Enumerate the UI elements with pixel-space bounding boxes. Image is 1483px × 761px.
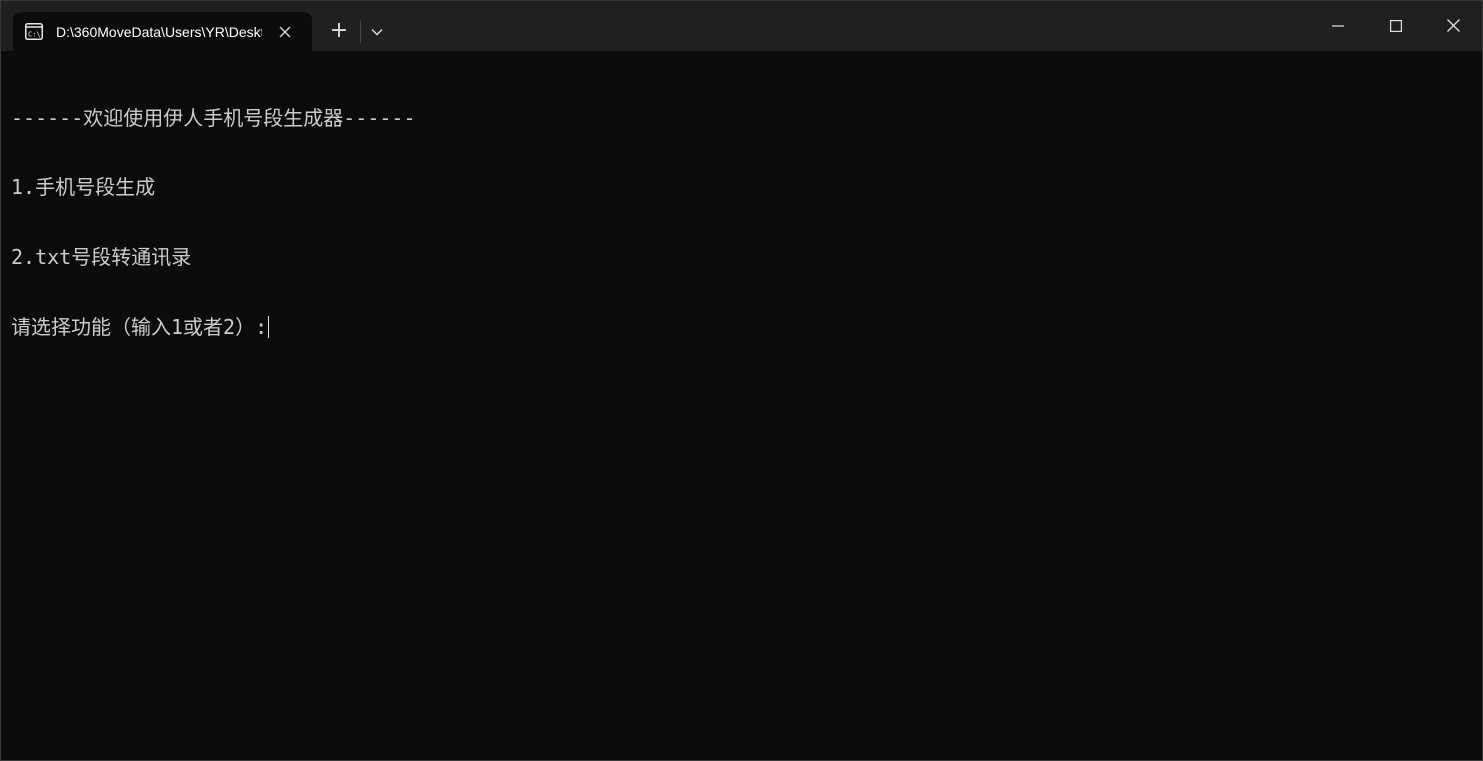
text-cursor xyxy=(268,316,270,339)
terminal-output[interactable]: ------欢迎使用伊人手机号段生成器------ 1.手机号段生成 2.txt… xyxy=(11,60,1471,386)
terminal-icon: C:\ xyxy=(25,23,43,40)
terminal-prompt-line: 请选择功能（输入1或者2）: xyxy=(11,316,1471,339)
plus-icon: + xyxy=(329,18,349,43)
close-icon xyxy=(1447,19,1460,32)
tab-divider xyxy=(360,20,361,43)
terminal-line: 2.txt号段转通讯录 xyxy=(11,245,192,270)
new-tab-button[interactable]: + xyxy=(322,15,356,47)
tab-dropdown-button[interactable] xyxy=(363,15,391,47)
terminal-window: C:\ D:\360MoveData\Users\YR\Desktop\伊人手机… xyxy=(0,0,1483,761)
terminal-line: ------欢迎使用伊人手机号段生成器------ xyxy=(11,105,416,130)
close-window-button[interactable] xyxy=(1425,1,1482,51)
minimize-icon xyxy=(1332,25,1344,27)
svg-text:C:\: C:\ xyxy=(28,31,41,39)
chevron-down-icon xyxy=(371,29,383,36)
minimize-button[interactable] xyxy=(1309,1,1367,51)
terminal-line: 1.手机号段生成 xyxy=(11,175,156,200)
close-icon xyxy=(279,26,291,38)
maximize-button[interactable] xyxy=(1367,1,1425,51)
terminal-prompt: 请选择功能（输入1或者2）: xyxy=(11,315,268,340)
tab-close-button[interactable] xyxy=(275,22,295,42)
title-bar: C:\ D:\360MoveData\Users\YR\Desktop\伊人手机… xyxy=(1,1,1482,51)
maximize-icon xyxy=(1390,20,1402,32)
terminal-tab[interactable]: C:\ D:\360MoveData\Users\YR\Desktop\伊人手机… xyxy=(13,12,312,51)
tab-title: D:\360MoveData\Users\YR\Desktop\伊人手机号段生成… xyxy=(56,24,262,40)
